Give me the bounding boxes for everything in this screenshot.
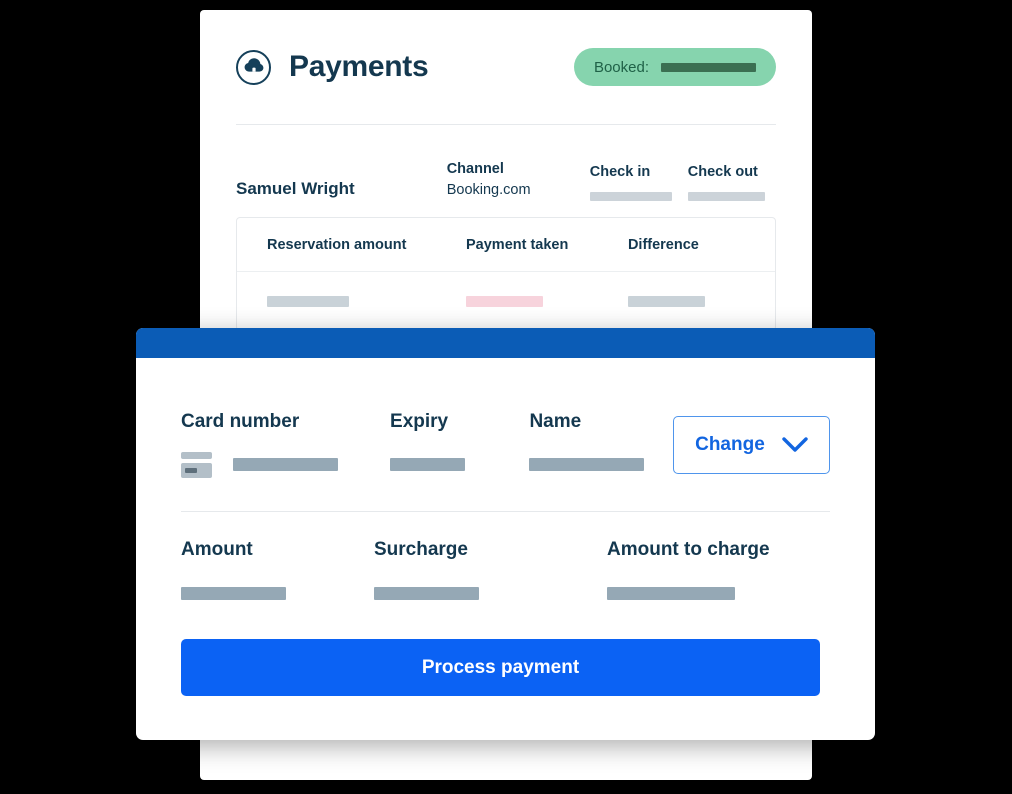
field-name-redacted-value [529, 458, 645, 471]
cell-reservation-amount-redacted [267, 295, 349, 307]
cloud-house-icon [236, 49, 271, 85]
cell-payment-taken [466, 295, 628, 307]
field-name[interactable]: Name [529, 412, 672, 471]
status-badge-label: Booked: [593, 58, 649, 76]
field-expiry-label: Expiry [390, 411, 449, 432]
field-expiry-redacted-value [390, 458, 466, 471]
column-header-reservation-amount: Reservation amount [267, 236, 407, 253]
meta-channel: Channel Booking.com [447, 159, 590, 201]
field-surcharge[interactable]: Surcharge [374, 540, 607, 600]
process-payment-button[interactable]: Process payment [181, 639, 820, 696]
payments-panel-content: Payments Booked: Samuel Wright Channel B… [200, 10, 812, 331]
panel-header: Payments Booked: [236, 44, 776, 90]
modal-body: Card number Expiry Name Change Amount Su… [136, 358, 875, 696]
chevron-down-icon [782, 437, 808, 453]
field-amount-label: Amount [181, 539, 253, 560]
meta-check-in-label: Check in [589, 163, 651, 180]
change-card-button[interactable]: Change [672, 416, 830, 474]
page-title: Payments [289, 50, 429, 83]
meta-channel-value: Booking.com [446, 181, 531, 198]
field-card-number-redacted-value [233, 458, 338, 471]
cell-reservation-amount [267, 295, 466, 307]
field-amount[interactable]: Amount [181, 540, 374, 600]
guest-summary-row: Samuel Wright Channel Booking.com Check … [236, 125, 776, 201]
field-surcharge-label: Surcharge [374, 539, 468, 560]
meta-check-out-label: Check out [687, 163, 758, 180]
table-row [237, 272, 775, 330]
column-header-payment-taken: Payment taken [466, 236, 569, 253]
amount-details-row: Amount Surcharge Amount to charge [181, 512, 830, 600]
field-amount-to-charge-redacted-value [607, 587, 735, 600]
meta-check-out: Check out [687, 162, 776, 201]
meta-check-in-redacted-value [589, 192, 672, 201]
screenshot-stage: Payments Booked: Samuel Wright Channel B… [0, 0, 1012, 794]
change-card-button-label: Change [695, 434, 765, 455]
status-badge-redacted-value [661, 62, 756, 72]
cell-difference [627, 295, 745, 307]
meta-check-in: Check in [589, 162, 688, 201]
field-expiry[interactable]: Expiry [390, 412, 490, 471]
status-badge: Booked: [573, 48, 776, 86]
field-card-number-label: Card number [181, 411, 300, 432]
cell-difference-redacted [627, 295, 705, 307]
reservation-table-header: Reservation amount Payment taken Differe… [237, 218, 775, 272]
credit-card-icon [181, 452, 212, 483]
card-details-row: Card number Expiry Name Change [181, 358, 830, 474]
field-amount-to-charge-label: Amount to charge [607, 539, 770, 560]
field-surcharge-redacted-value [374, 587, 479, 600]
field-amount-to-charge[interactable]: Amount to charge [607, 540, 807, 600]
cell-payment-taken-redacted [466, 295, 543, 307]
field-amount-redacted-value [181, 587, 286, 600]
reservation-table: Reservation amount Payment taken Differe… [236, 217, 776, 331]
field-name-label: Name [529, 411, 582, 432]
modal-titlebar [136, 328, 875, 358]
meta-channel-label: Channel [446, 160, 504, 177]
guest-name: Samuel Wright [236, 179, 355, 198]
meta-check-out-redacted-value [687, 192, 765, 201]
column-header-difference: Difference [627, 236, 699, 253]
payment-modal: Card number Expiry Name Change Amount Su… [136, 328, 875, 740]
